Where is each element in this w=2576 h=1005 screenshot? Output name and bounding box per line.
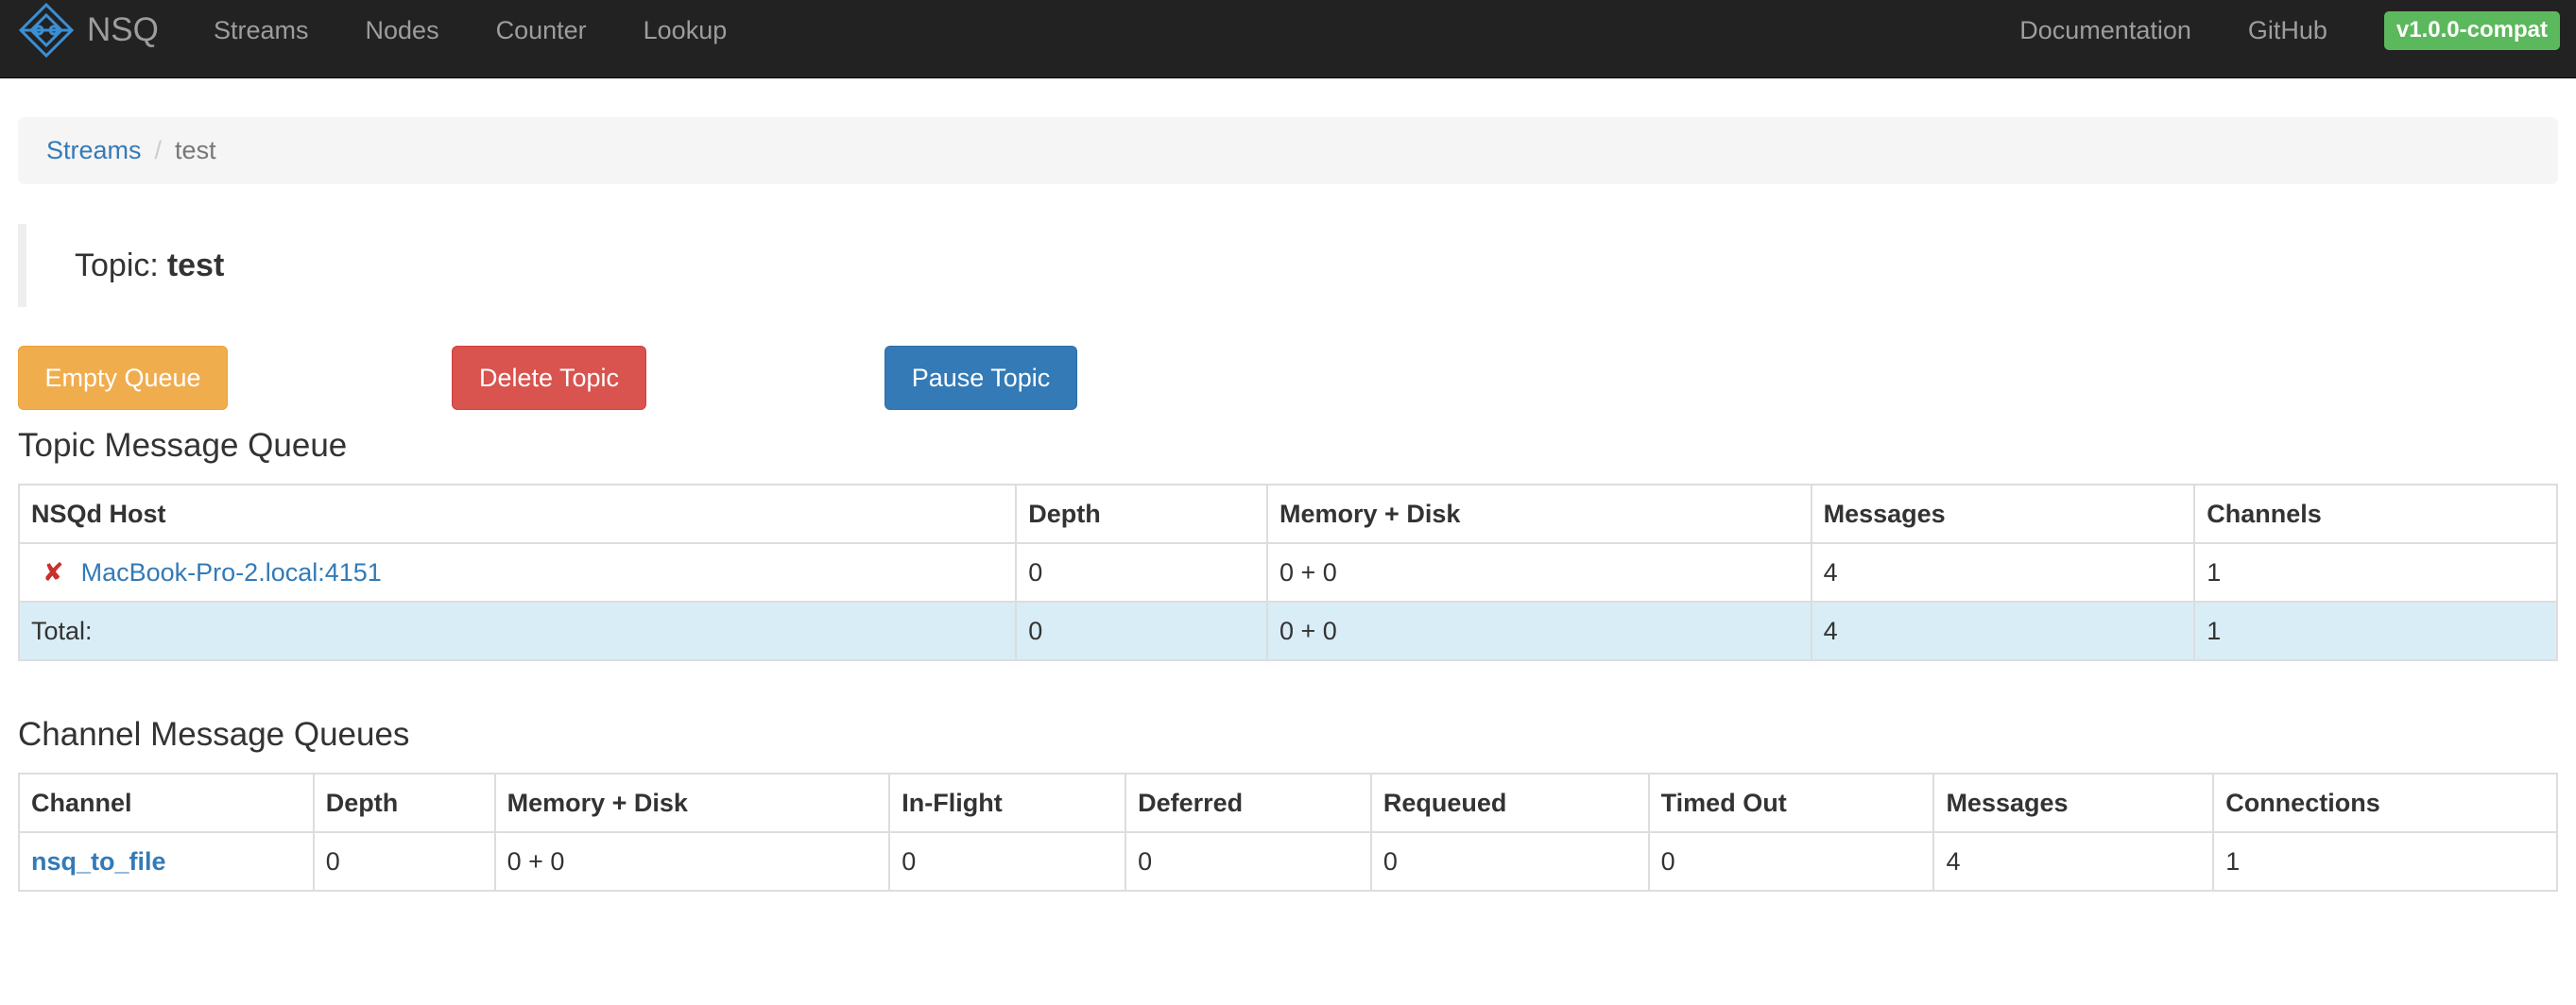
column-header: Messages	[1932, 773, 2215, 833]
column-header: Channel	[18, 773, 315, 833]
empty-queue-button[interactable]: Empty Queue	[18, 346, 228, 410]
in-flight-cell: 0	[888, 831, 1127, 892]
table-row: nsq_to_file 0 0 + 0 0 0 0 0 4 1	[18, 831, 2558, 892]
column-header: Deferred	[1125, 773, 1372, 833]
column-header: In-Flight	[888, 773, 1127, 833]
secondary-nav: Documentation GitHub v1.0.0-compat	[1963, 0, 2576, 60]
memory-disk-cell: 0 + 0	[493, 831, 891, 892]
nav-streams[interactable]: Streams	[214, 16, 309, 45]
column-header: Memory + Disk	[1266, 484, 1812, 544]
column-header: Depth	[1015, 484, 1269, 544]
nav-github[interactable]: GitHub	[2248, 16, 2327, 45]
brand-text: NSQ	[87, 11, 159, 48]
channels-cell: 1	[2193, 542, 2558, 603]
memory-disk-cell: 0 + 0	[1266, 542, 1812, 603]
column-header: Depth	[312, 773, 496, 833]
total-depth: 0	[1015, 601, 1269, 661]
requeued-cell: 0	[1369, 831, 1650, 892]
timed-out-cell: 0	[1647, 831, 1935, 892]
breadcrumb-current: test	[175, 136, 216, 164]
channel-cell: nsq_to_file	[18, 831, 315, 892]
column-header: Memory + Disk	[493, 773, 891, 833]
host-link[interactable]: MacBook-Pro-2.local:4151	[81, 558, 382, 587]
host-cell: ✘ MacBook-Pro-2.local:4151	[17, 542, 1018, 603]
channel-queues-table: Channel Depth Memory + Disk In-Flight De…	[18, 773, 2558, 892]
topic-label: Topic:	[75, 247, 159, 283]
main-nav: Streams Nodes Counter Lookup	[214, 0, 727, 60]
channel-queues-heading: Channel Message Queues	[18, 716, 410, 753]
breadcrumb-separator: /	[154, 136, 163, 164]
brand-link[interactable]: NSQ	[18, 2, 159, 59]
topic-name: test	[166, 247, 225, 283]
depth-cell: 0	[1015, 542, 1269, 603]
page-title: Topic: test	[18, 224, 1152, 307]
table-header-row: Channel Depth Memory + Disk In-Flight De…	[18, 773, 2558, 833]
nav-lookup[interactable]: Lookup	[644, 16, 728, 45]
total-channels: 1	[2193, 601, 2558, 661]
topic-queue-table: NSQd Host Depth Memory + Disk Messages C…	[17, 484, 2558, 661]
deferred-cell: 0	[1125, 831, 1372, 892]
version-badge: v1.0.0-compat	[2383, 10, 2560, 50]
nsq-logo-icon	[18, 2, 75, 59]
nav-counter[interactable]: Counter	[496, 16, 587, 45]
total-label: Total:	[17, 601, 1018, 661]
nav-nodes[interactable]: Nodes	[366, 16, 439, 45]
column-header: Messages	[1810, 484, 2196, 544]
messages-cell: 4	[1932, 831, 2215, 892]
column-header: Channels	[2193, 484, 2558, 544]
messages-cell: 4	[1810, 542, 2196, 603]
total-memory-disk: 0 + 0	[1266, 601, 1812, 661]
channel-link[interactable]: nsq_to_file	[31, 847, 166, 876]
total-messages: 4	[1810, 601, 2196, 661]
total-row: Total: 0 0 + 0 4 1	[17, 601, 2558, 661]
table-row: ✘ MacBook-Pro-2.local:4151 0 0 + 0 4 1	[17, 542, 2558, 603]
delete-topic-button[interactable]: Delete Topic	[452, 346, 646, 410]
breadcrumb: Streams / test	[18, 117, 2558, 184]
top-navbar: NSQ Streams Nodes Counter Lookup Documen…	[0, 0, 2576, 78]
column-header: Timed Out	[1647, 773, 1935, 833]
error-x-icon: ✘	[43, 557, 64, 587]
column-header: NSQd Host	[17, 484, 1018, 544]
nav-documentation[interactable]: Documentation	[2019, 16, 2191, 45]
depth-cell: 0	[312, 831, 496, 892]
connections-cell: 1	[2212, 831, 2558, 892]
column-header: Requeued	[1369, 773, 1650, 833]
pause-topic-button[interactable]: Pause Topic	[884, 346, 1077, 410]
breadcrumb-streams-link[interactable]: Streams	[46, 136, 142, 165]
topic-queue-heading: Topic Message Queue	[18, 427, 348, 464]
column-header: Connections	[2212, 773, 2558, 833]
table-header-row: NSQd Host Depth Memory + Disk Messages C…	[17, 484, 2558, 544]
